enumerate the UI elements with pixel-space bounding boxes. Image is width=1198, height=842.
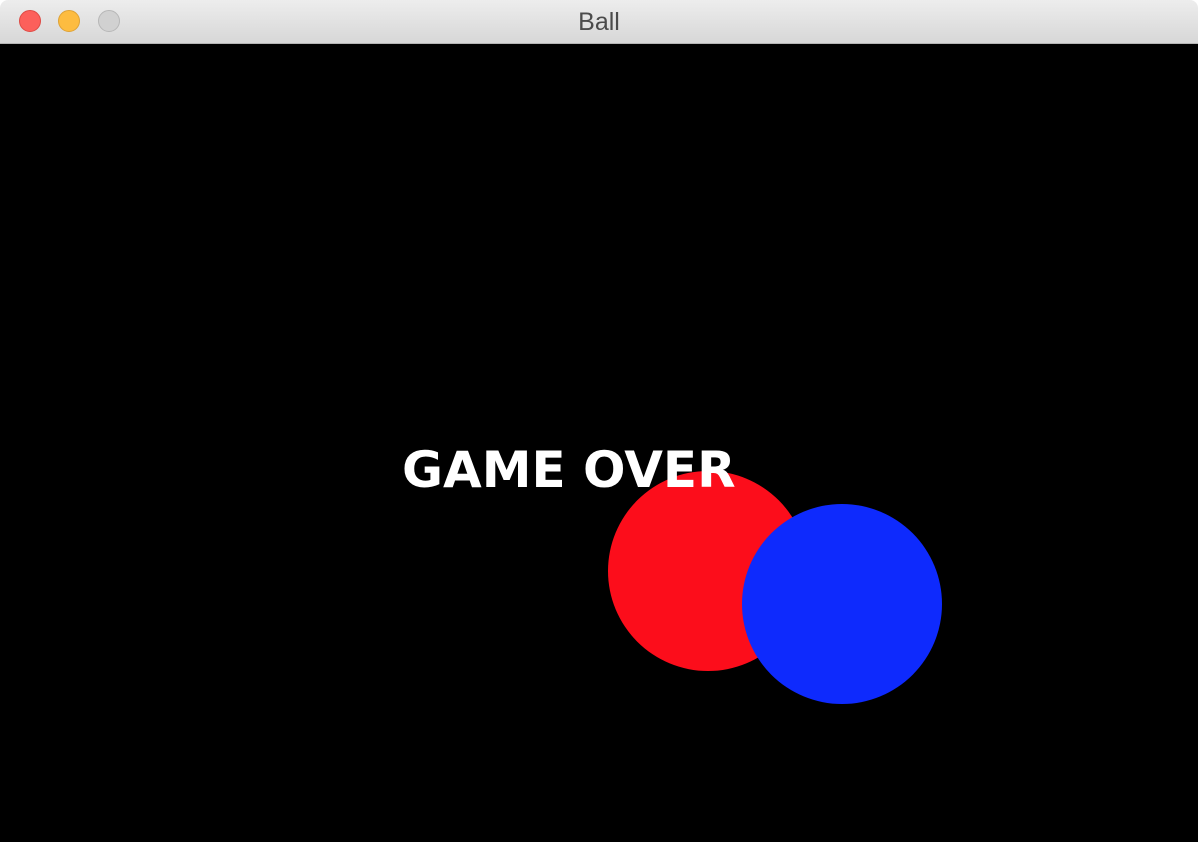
- window-title: Ball: [578, 8, 620, 36]
- game-over-text: GAME OVER: [402, 441, 736, 499]
- app-window: Ball GAME OVER: [0, 0, 1198, 842]
- game-canvas[interactable]: GAME OVER: [0, 44, 1198, 842]
- title-bar[interactable]: Ball: [0, 0, 1198, 44]
- blue-ball: [742, 504, 942, 704]
